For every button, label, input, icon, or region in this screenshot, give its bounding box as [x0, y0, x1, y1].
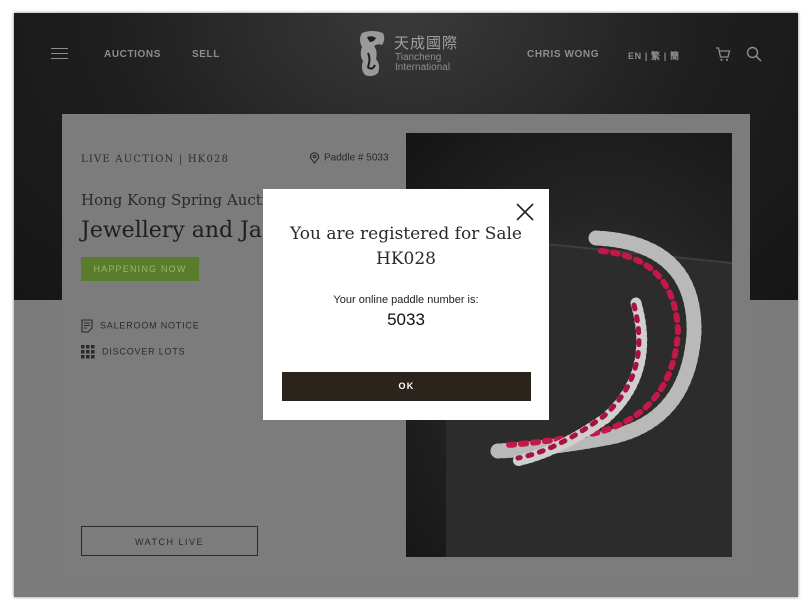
watch-live-button[interactable]: WATCH LIVE: [81, 526, 258, 556]
lang-separator: |: [644, 51, 648, 61]
close-icon[interactable]: [516, 203, 534, 221]
logo[interactable]: 天成國際 Tiancheng International: [356, 29, 466, 81]
modal-title-line1: You are registered for Sale: [290, 224, 522, 244]
paddle-caption: Your online paddle number is:: [333, 294, 479, 306]
language-switcher: EN | 繁 | 簡: [628, 49, 680, 62]
top-nav: AUCTIONS SELL 天成國際 Tiancheng Internation…: [14, 13, 798, 98]
cart-icon[interactable]: [715, 46, 731, 62]
status-badge: HAPPENING NOW: [81, 257, 199, 281]
search-icon[interactable]: [746, 46, 762, 62]
nav-sell[interactable]: SELL: [192, 49, 220, 60]
document-icon: [81, 319, 93, 333]
user-name[interactable]: CHRIS WONG: [527, 49, 599, 60]
logo-mark-icon: [360, 31, 385, 77]
paddle-label: Paddle # 5033: [324, 152, 389, 164]
discover-lots-label: DISCOVER LOTS: [102, 346, 186, 357]
hamburger-icon[interactable]: [51, 48, 68, 60]
grid-icon: [81, 345, 95, 359]
lang-simplified[interactable]: 簡: [670, 51, 680, 61]
registration-modal: You are registered for Sale HK028 Your o…: [263, 189, 549, 420]
modal-title-line2: HK028: [376, 249, 436, 269]
saleroom-notice-label: SALEROOM NOTICE: [100, 320, 200, 331]
location-pin-icon: [309, 152, 320, 164]
sale-title: Jewellery and Jade: [81, 218, 290, 243]
lang-separator: |: [663, 51, 667, 61]
modal-title: You are registered for Sale HK028: [283, 222, 529, 272]
logo-english-line2: International: [395, 62, 451, 73]
lang-traditional[interactable]: 繁: [651, 51, 661, 61]
ok-button[interactable]: OK: [282, 372, 531, 401]
discover-lots-link[interactable]: DISCOVER LOTS: [81, 345, 185, 359]
sale-code: LIVE AUCTION | HK028: [81, 154, 230, 165]
sale-subtitle: Hong Kong Spring Auctio: [81, 191, 276, 209]
saleroom-notice-link[interactable]: SALEROOM NOTICE: [81, 319, 200, 333]
lang-en[interactable]: EN: [628, 51, 642, 61]
logo-chinese: 天成國際: [394, 34, 459, 52]
nav-auctions[interactable]: AUCTIONS: [104, 49, 161, 60]
paddle-indicator: Paddle # 5033: [309, 152, 389, 164]
paddle-number: 5033: [387, 310, 425, 329]
